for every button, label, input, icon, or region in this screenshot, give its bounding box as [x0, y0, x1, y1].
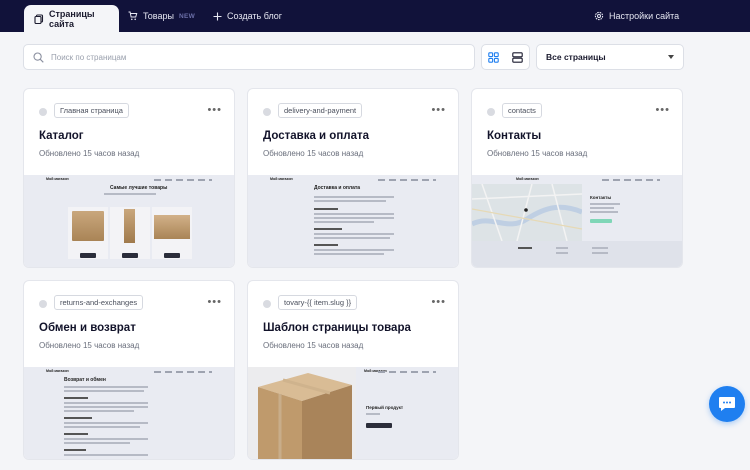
status-dot: [263, 300, 271, 308]
site-settings-button[interactable]: Настройки сайта: [594, 0, 679, 32]
page-slug-badge: delivery-and-payment: [278, 103, 363, 118]
page-card-header: tovary-{{ item.slug }} ••• Шаблон страни…: [248, 281, 458, 367]
page-card-header: returns-and-exchanges ••• Обмен и возвра…: [24, 281, 234, 367]
tab-products-label: Товары: [143, 11, 174, 21]
page-card[interactable]: Главная страница ••• Каталог Обновлено 1…: [23, 88, 235, 268]
plus-icon: [213, 12, 222, 21]
page-title: Обмен и возврат: [39, 322, 136, 334]
page-updated-time: Обновлено 15 часов назад: [39, 149, 140, 158]
preview-heading: Возврат и обмен: [64, 377, 106, 383]
grid-icon: [488, 51, 500, 63]
tab-site-pages-label: Страницы сайта: [49, 8, 95, 29]
search-field[interactable]: [23, 44, 475, 70]
page-updated-time: Обновлено 15 часов назад: [263, 341, 364, 350]
page-card[interactable]: delivery-and-payment ••• Доставка и опла…: [247, 88, 459, 268]
cart-icon: [128, 11, 138, 21]
gear-icon: [594, 11, 604, 21]
preview-heading: Доставка и оплата: [314, 185, 361, 191]
tab-products[interactable]: Товары NEW: [128, 0, 195, 32]
preview-logo: Мой магазин: [46, 369, 69, 373]
preview-logo: Мой магазин: [46, 177, 69, 181]
page-filter-select[interactable]: Все страницы: [536, 44, 684, 70]
preview-heading: Самые лучшие товары: [110, 185, 168, 191]
page-title: Шаблон страницы товара: [263, 322, 411, 334]
box-image: [124, 209, 135, 243]
more-options-icon[interactable]: •••: [655, 103, 670, 117]
page-card-header: contacts ••• Контакты Обновлено 15 часов…: [472, 89, 682, 175]
status-dot: [487, 108, 495, 116]
grid-view-button[interactable]: [482, 45, 506, 69]
site-settings-label: Настройки сайта: [609, 11, 680, 21]
page-title: Каталог: [39, 130, 84, 142]
status-dot: [263, 108, 271, 116]
preview-heading: Контакты: [590, 195, 612, 200]
page-slug-badge: tovary-{{ item.slug }}: [278, 295, 358, 310]
page-updated-time: Обновлено 15 часов назад: [39, 341, 140, 350]
more-options-icon[interactable]: •••: [431, 103, 446, 117]
chat-icon: [718, 396, 736, 412]
box-image: [248, 367, 356, 459]
box-image: [154, 215, 190, 239]
more-options-icon[interactable]: •••: [431, 295, 446, 309]
chat-button[interactable]: [709, 386, 745, 422]
status-dot: [39, 108, 47, 116]
page-card[interactable]: contacts ••• Контакты Обновлено 15 часов…: [471, 88, 683, 268]
page-preview-thumbnail: Мой магазин Доставка и оплата: [248, 175, 458, 267]
page-preview-thumbnail: Мой магазин Первый продукт: [248, 367, 458, 459]
new-badge: NEW: [178, 12, 196, 20]
page-preview-thumbnail: Мой магазин Контакты: [472, 175, 682, 267]
page-slug-badge: returns-and-exchanges: [54, 295, 144, 310]
page-title: Контакты: [487, 130, 542, 142]
page-card-header: delivery-and-payment ••• Доставка и опла…: [248, 89, 458, 175]
preview-heading: Первый продукт: [366, 405, 404, 410]
page-slug-badge: contacts: [502, 103, 542, 118]
page-card[interactable]: tovary-{{ item.slug }} ••• Шаблон страни…: [247, 280, 459, 460]
page-updated-time: Обновлено 15 часов назад: [487, 149, 588, 158]
page-filter-value: Все страницы: [546, 52, 606, 62]
page-card[interactable]: returns-and-exchanges ••• Обмен и возвра…: [23, 280, 235, 460]
top-navigation-bar: Страницы сайта Товары NEW Создать блог Н…: [0, 0, 750, 32]
page-title: Доставка и оплата: [263, 130, 370, 142]
list-icon: [512, 51, 523, 63]
page-preview-thumbnail: Мой магазин Самые лучшие товары: [24, 175, 234, 267]
status-dot: [39, 300, 47, 308]
list-view-button[interactable]: [506, 45, 530, 69]
preview-logo: Мой магазин: [270, 177, 293, 181]
box-image: [72, 211, 104, 241]
preview-logo: Мой магазин: [516, 177, 539, 181]
chevron-down-icon: [668, 55, 674, 59]
pages-icon: [34, 13, 44, 24]
page-slug-badge: Главная страница: [54, 103, 129, 118]
more-options-icon[interactable]: •••: [207, 103, 222, 117]
page-card-header: Главная страница ••• Каталог Обновлено 1…: [24, 89, 234, 175]
tab-site-pages[interactable]: Страницы сайта: [24, 5, 119, 32]
page-updated-time: Обновлено 15 часов назад: [263, 149, 364, 158]
create-blog-button[interactable]: Создать блог: [213, 0, 282, 32]
page-preview-thumbnail: Мой магазин Возврат и обмен: [24, 367, 234, 459]
search-icon: [33, 51, 44, 63]
search-input[interactable]: [51, 52, 451, 62]
view-toggle: [481, 44, 530, 70]
more-options-icon[interactable]: •••: [207, 295, 222, 309]
map-image: [472, 184, 582, 241]
create-blog-label: Создать блог: [227, 11, 283, 21]
